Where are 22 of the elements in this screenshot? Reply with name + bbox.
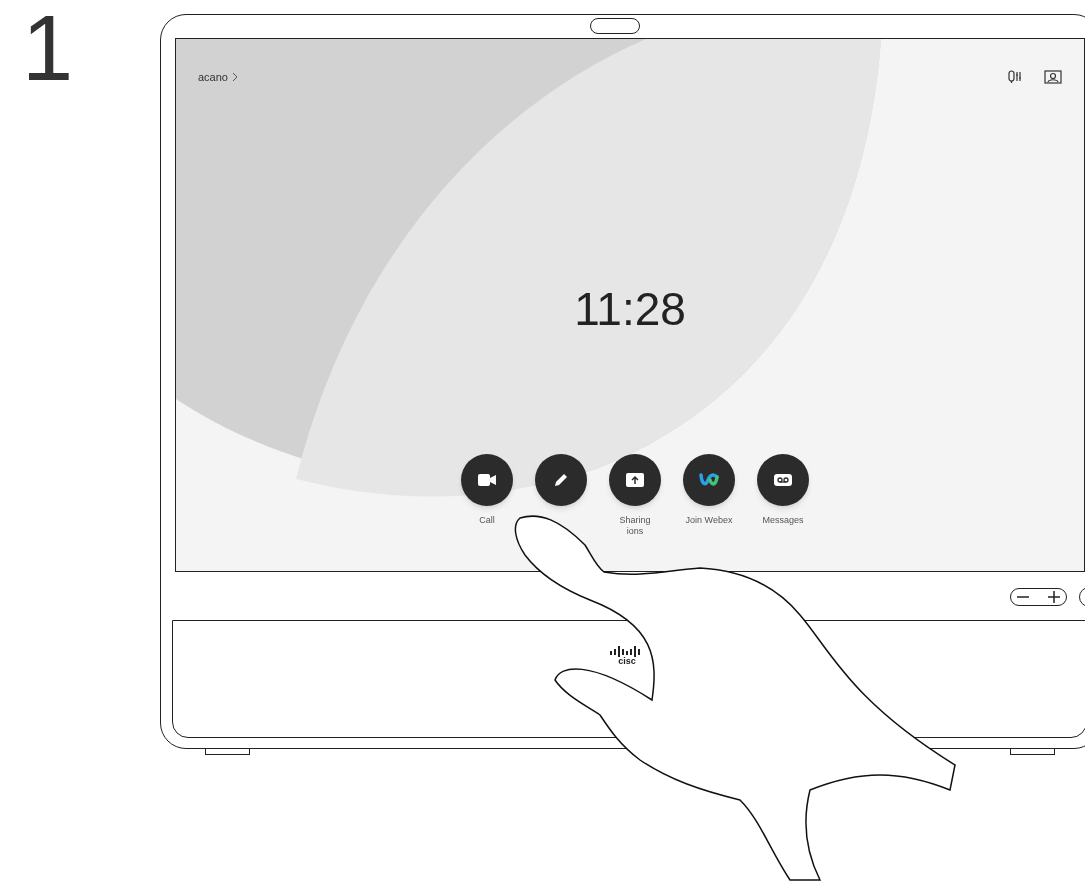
chevron-icon (232, 72, 238, 83)
webex-action-button[interactable] (683, 453, 735, 506)
camera-icon (478, 473, 496, 486)
webex-logo-icon (699, 472, 719, 487)
action-label: Join Webex (685, 514, 733, 526)
minus-icon (1017, 596, 1029, 598)
share-action-button[interactable] (609, 453, 661, 506)
action-label: Sharing ions (619, 514, 651, 537)
clock: 11:28 (574, 285, 686, 332)
logo-text: cisc (618, 657, 636, 666)
self-view-icon[interactable] (1044, 70, 1062, 85)
action-label: Messages (762, 514, 804, 526)
room-name[interactable]: acano (198, 69, 228, 86)
step-number: 1 (22, 2, 74, 94)
camera-bar (590, 18, 640, 34)
plus-icon (1048, 591, 1060, 603)
action-label: Call (479, 514, 495, 526)
upload-icon (626, 472, 644, 487)
voicemail-action-button[interactable] (757, 453, 809, 506)
microphone-icon[interactable] (1008, 70, 1024, 85)
voicemail-icon (774, 473, 792, 486)
pencil-icon (553, 471, 569, 488)
